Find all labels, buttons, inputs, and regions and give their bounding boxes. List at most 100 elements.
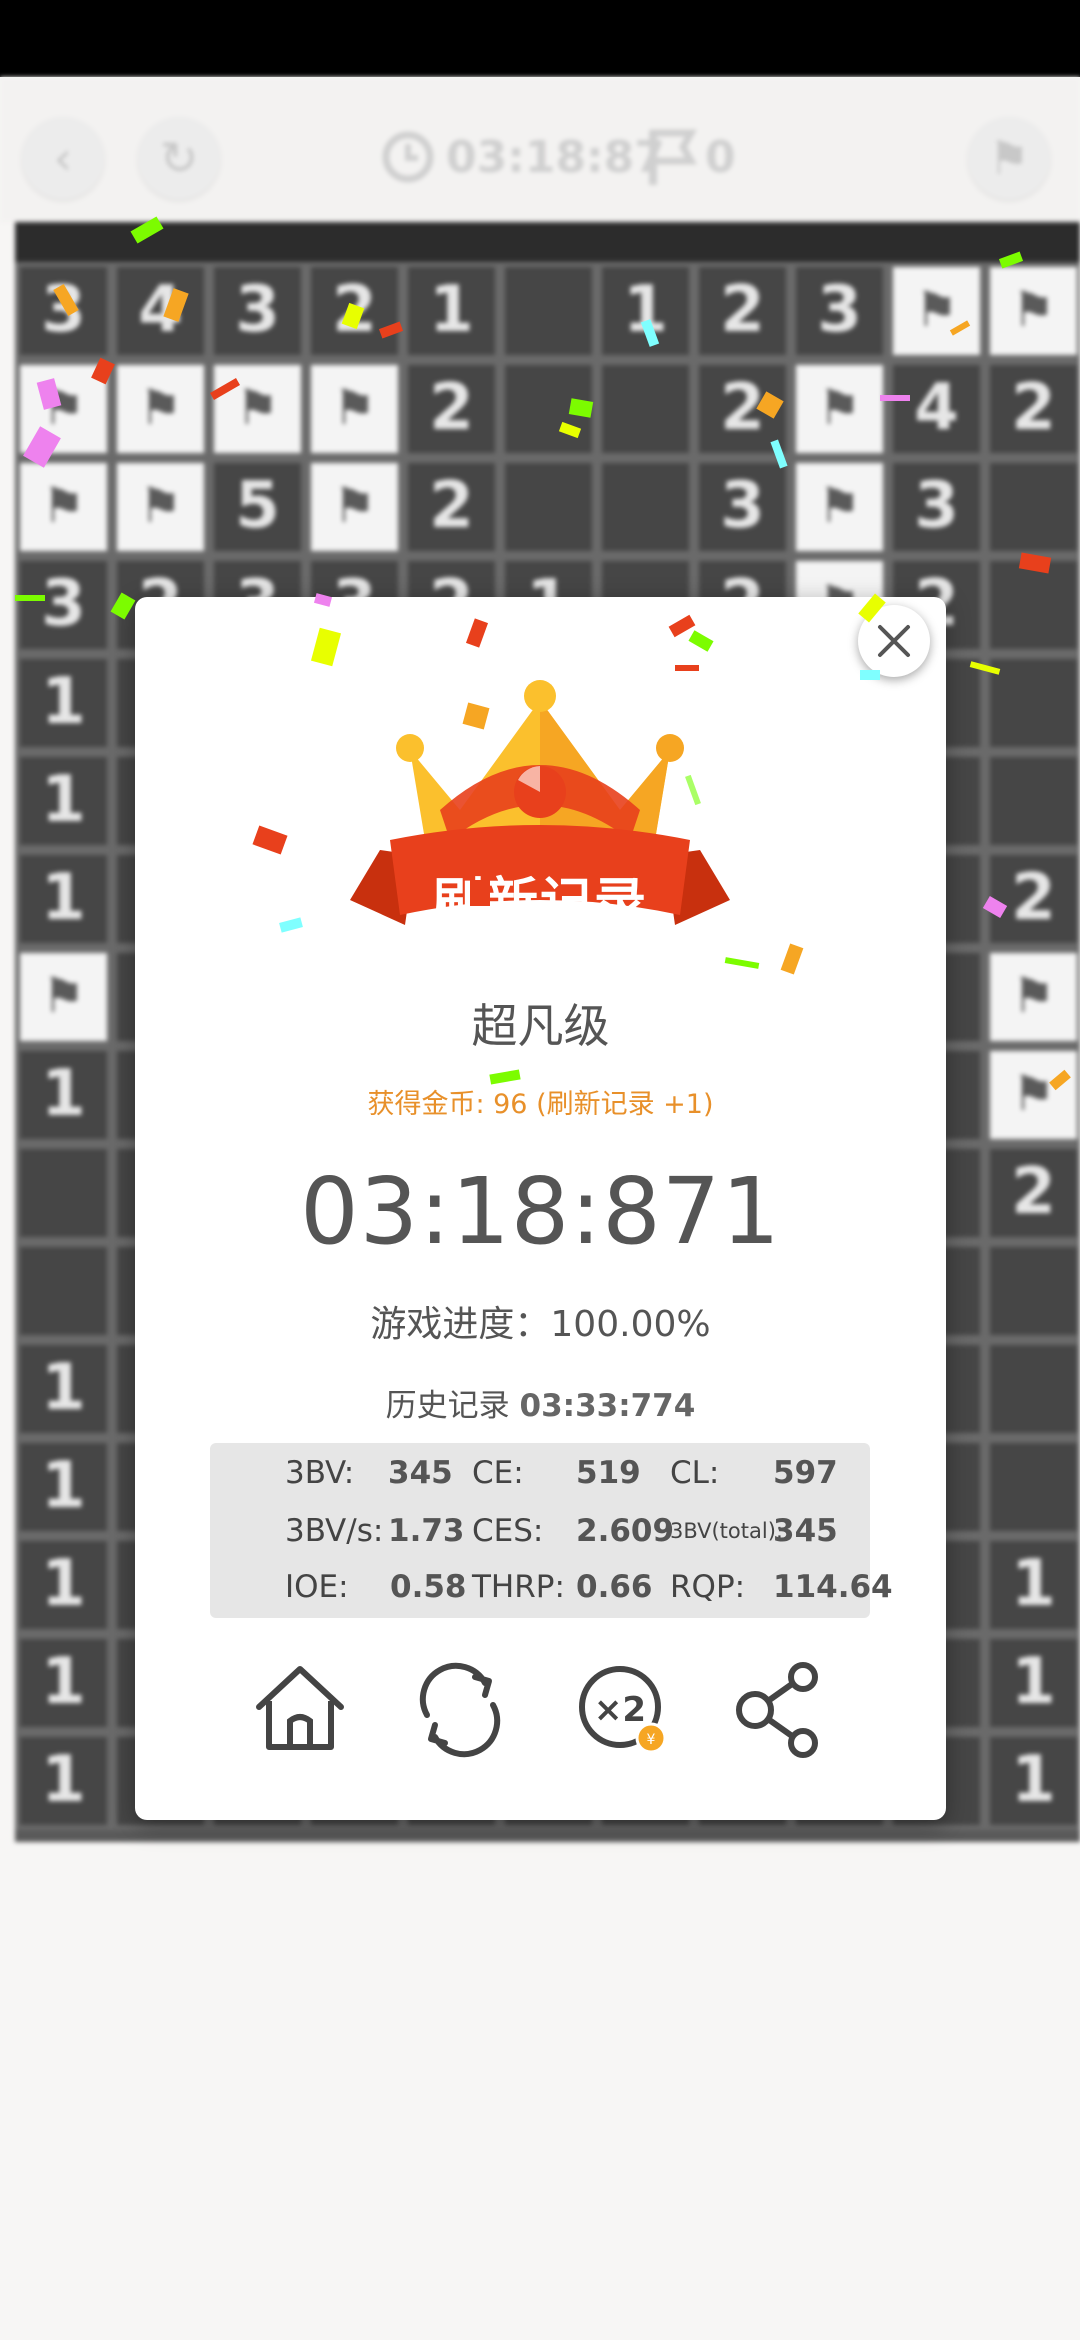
board-header-strip [15, 222, 1080, 262]
board-cell[interactable]: 4 [888, 360, 985, 458]
history-record: 历史记录 03:33:774 [135, 1380, 946, 1425]
timer-display: 03:18:87 [380, 127, 665, 187]
board-cell[interactable]: 1 [15, 1536, 112, 1634]
stat-3bvtotal-label: 3BV(total): [670, 1519, 783, 1543]
restart-icon: ↻ [159, 131, 199, 185]
board-cell[interactable]: 3 [888, 458, 985, 556]
stats-panel: 3BV: 345 CE: 519 CL: 597 3BV/s: 1.73 CES… [210, 1443, 893, 1618]
stat-3bvs-label: 3BV/s: [285, 1513, 384, 1549]
board-cell[interactable]: 1 [15, 1438, 112, 1536]
board-cell[interactable]: 1 [15, 752, 112, 850]
board-cell[interactable]: 2 [403, 458, 500, 556]
stat-thrp-label: THRP: [472, 1569, 565, 1605]
replay-button[interactable] [405, 1655, 515, 1765]
board-cell[interactable]: ⚑ [15, 948, 112, 1046]
stat-3bvs-value: 1.73 [388, 1513, 465, 1549]
board-cell[interactable] [985, 458, 1080, 556]
stat-3bvtotal-value: 345 [773, 1513, 838, 1549]
home-button[interactable] [245, 1655, 355, 1765]
board-cell[interactable]: 1 [15, 850, 112, 948]
board-cell[interactable] [500, 458, 597, 556]
board-cell[interactable]: 2 [403, 360, 500, 458]
confetti-piece [675, 665, 699, 671]
confetti-piece [880, 395, 910, 401]
refresh-icon [419, 1662, 501, 1758]
home-icon [256, 1666, 344, 1750]
board-cell[interactable] [15, 1144, 112, 1242]
stat-cl-value: 597 [773, 1455, 838, 1491]
board-cell[interactable] [500, 262, 597, 360]
share-button[interactable] [725, 1655, 835, 1765]
board-cell[interactable]: 2 [694, 262, 791, 360]
clock-icon [382, 131, 434, 183]
board-cell[interactable]: ⚑ [306, 458, 403, 556]
svg-text:¥: ¥ [647, 1732, 656, 1748]
board-cell[interactable] [597, 458, 694, 556]
board-cell[interactable]: 4 [112, 262, 209, 360]
confetti-piece [470, 880, 490, 906]
board-cell[interactable]: 1 [985, 1732, 1080, 1830]
stat-3bv-label: 3BV: [285, 1455, 355, 1491]
board-cell[interactable] [985, 752, 1080, 850]
flag-count: 0 [705, 131, 736, 183]
coins-earned: 获得金币: 96 (刷新记录 +1) [367, 1089, 714, 1120]
board-cell[interactable]: 2 [985, 1144, 1080, 1242]
board-cell[interactable]: ⚑ [306, 360, 403, 458]
confetti-piece [15, 595, 45, 601]
board-cell[interactable]: 3 [15, 556, 112, 654]
board-cell[interactable]: 1 [15, 1340, 112, 1438]
final-time: 03:18:871 [300, 1158, 781, 1265]
board-cell[interactable]: ⚑ [888, 262, 985, 360]
board-cell[interactable] [985, 1438, 1080, 1536]
stat-ioe-label: IOE: [285, 1569, 349, 1605]
history-value: 03:33:774 [519, 1388, 696, 1424]
board-cell[interactable]: ⚑ [112, 458, 209, 556]
stat-ioe-value: 0.58 [390, 1569, 467, 1605]
stat-cl-label: CL: [670, 1455, 720, 1491]
board-cell[interactable] [985, 1340, 1080, 1438]
stat-ce-label: CE: [472, 1455, 524, 1491]
flag-icon [649, 129, 698, 185]
board-cell[interactable]: ⚑ [791, 458, 888, 556]
flag-mode-button[interactable]: ⚑ [968, 117, 1050, 199]
board-cell[interactable]: 3 [209, 262, 306, 360]
board-cell[interactable]: 1 [15, 654, 112, 752]
confetti-piece [860, 670, 880, 680]
share-icon [736, 1662, 818, 1758]
board-cell[interactable] [15, 1242, 112, 1340]
board-cell[interactable]: ⚑ [985, 948, 1080, 1046]
stat-rqp-value: 114.64 [773, 1569, 893, 1605]
stat-ces-label: CES: [472, 1513, 544, 1549]
game-progress: 游戏进度：100.00% [370, 1304, 711, 1345]
board-cell[interactable]: 1 [985, 1634, 1080, 1732]
status-bar [0, 0, 1080, 77]
flag-counter: 0 [645, 127, 736, 187]
board-cell[interactable]: ⚑ [112, 360, 209, 458]
board-cell[interactable]: 2 [985, 850, 1080, 948]
board-cell[interactable]: 3 [15, 262, 112, 360]
board-cell[interactable]: ⚑ [209, 360, 306, 458]
back-button[interactable]: ‹ [22, 117, 104, 199]
new-record-badge: 刷新记录 [431, 873, 648, 933]
board-cell[interactable] [985, 1242, 1080, 1340]
board-cell[interactable]: 1 [403, 262, 500, 360]
board-cell[interactable] [597, 360, 694, 458]
board-cell[interactable]: 1 [15, 1634, 112, 1732]
board-cell[interactable]: 5 [209, 458, 306, 556]
board-cell[interactable]: 1 [985, 1536, 1080, 1634]
stat-ce-value: 519 [576, 1455, 641, 1491]
board-cell[interactable]: ⚑ [15, 458, 112, 556]
restart-button[interactable]: ↻ [138, 117, 220, 199]
board-cell[interactable]: 1 [15, 1732, 112, 1830]
stat-3bv-value: 345 [388, 1455, 453, 1491]
board-cell[interactable]: 1 [597, 262, 694, 360]
board-cell[interactable]: 1 [15, 1046, 112, 1144]
double-coins-button[interactable]: ×2 ¥ [565, 1655, 675, 1765]
board-cell[interactable]: 2 [985, 360, 1080, 458]
board-cell[interactable]: 3 [694, 458, 791, 556]
board-cell[interactable]: ⚑ [985, 1046, 1080, 1144]
board-cell[interactable]: 3 [791, 262, 888, 360]
board-cell[interactable]: ⚑ [791, 360, 888, 458]
board-cell[interactable]: ⚑ [985, 262, 1080, 360]
back-icon: ‹ [53, 131, 73, 185]
